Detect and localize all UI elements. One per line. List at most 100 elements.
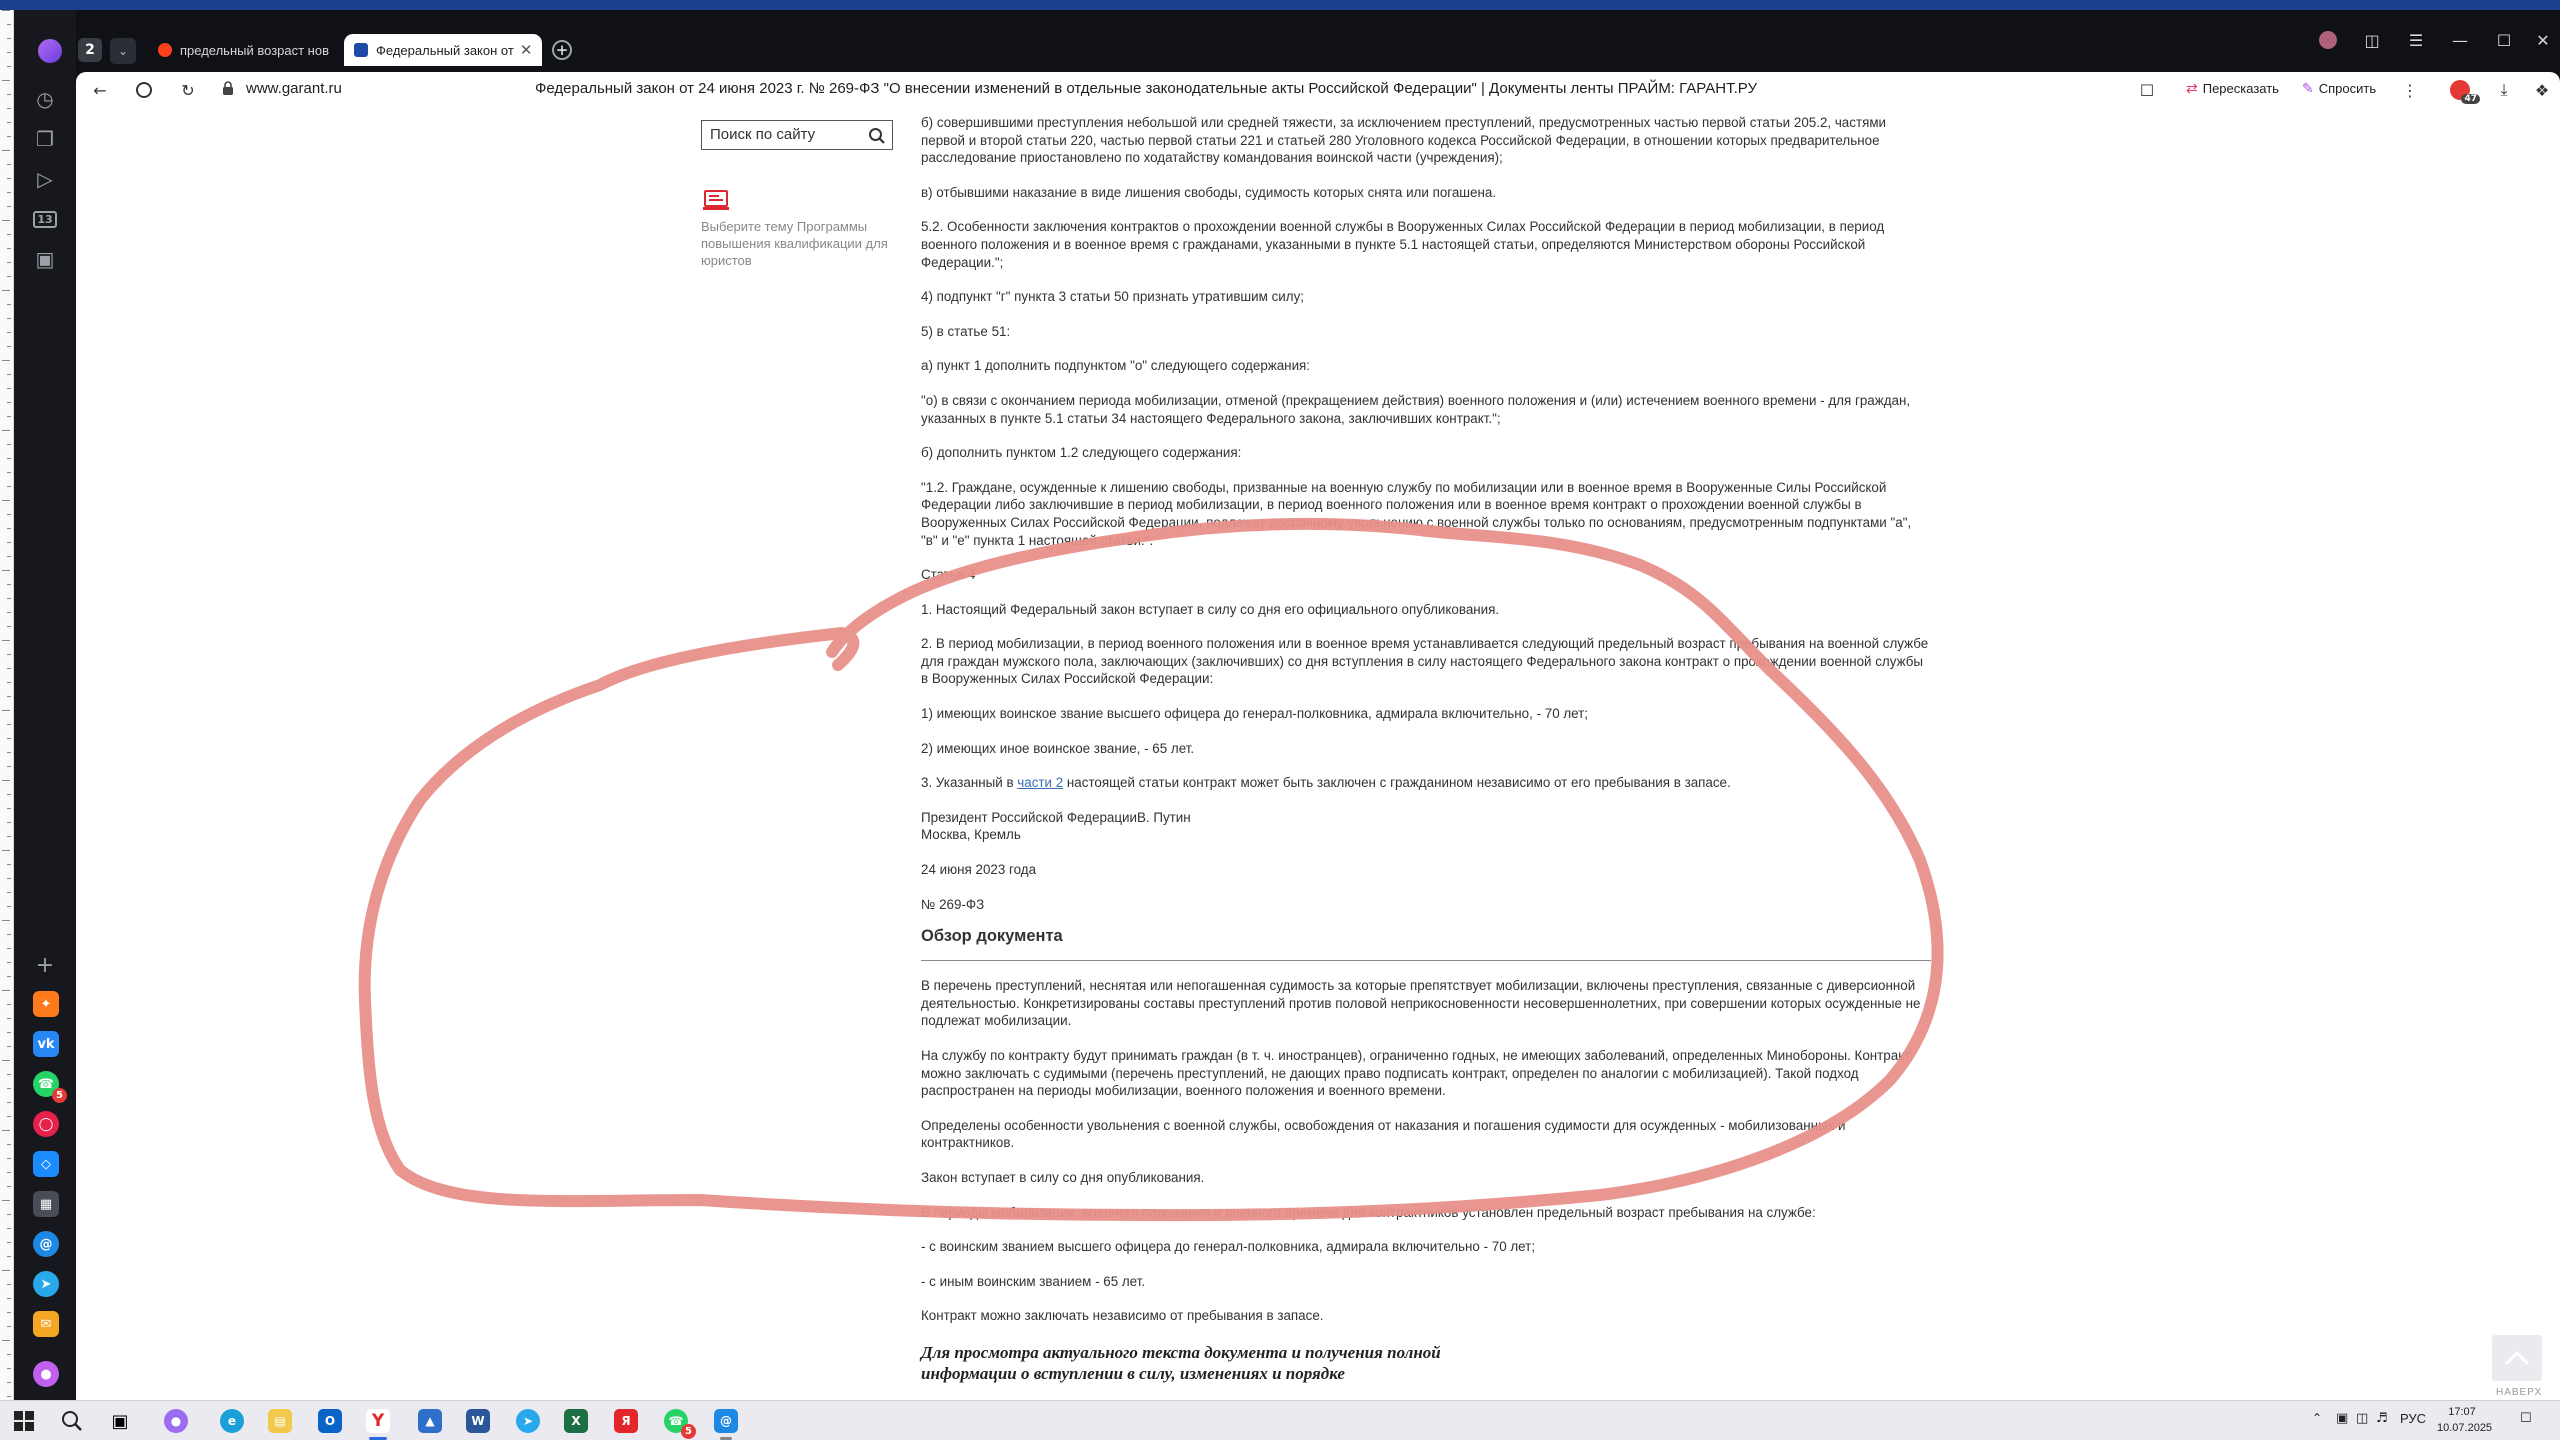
ask-button[interactable]: ✎ Спросить [2302,80,2376,97]
profile-icon[interactable] [2308,28,2348,52]
ruler-tick [7,752,11,753]
tabs-dropdown-icon[interactable]: ⌄ [110,38,136,64]
screenshot-tool-icon[interactable]: ▲ [416,1407,444,1435]
ruler-tick [7,1032,11,1033]
outlook-icon[interactable]: O [316,1407,344,1435]
yandex-browser-taskbar-icon[interactable]: Y [364,1407,392,1440]
alice-sidebar-icon[interactable]: ● [33,1361,59,1387]
task-view-icon[interactable]: ▣ [106,1407,134,1435]
fire-app-icon[interactable]: ✦ [33,991,59,1017]
close-tab-icon[interactable]: ✕ [514,41,533,59]
tab-garant[interactable]: Федеральный закон от ✕ [344,34,542,66]
ruler-tick [2,150,10,151]
collections-icon[interactable]: ❐ [32,126,58,152]
collections-toolbar-icon[interactable]: ◫ [2352,28,2392,52]
bookmark-icon[interactable]: ☐ [2135,78,2159,102]
ruler-tick [7,1284,11,1285]
extension-icon[interactable]: 47 [2448,78,2480,104]
back-icon[interactable]: ← [88,78,112,102]
screenshot-icon[interactable]: ▣ [32,246,58,272]
yandex-id-icon[interactable] [132,78,156,102]
file-explorer-icon[interactable]: ▤ [266,1407,294,1435]
ruler-tick [7,206,11,207]
mail-taskbar-icon[interactable]: @ [712,1407,740,1440]
telegram-icon[interactable]: ➤ [33,1271,59,1297]
ruler-tick [7,94,11,95]
apps-grid-icon[interactable]: ▦ [33,1191,59,1217]
course-icon[interactable] [703,190,731,212]
ruler-tick [7,374,11,375]
reload-icon[interactable]: ↻ [176,78,200,102]
search-icon[interactable] [868,127,886,145]
retell-label: Пересказать [2202,81,2279,96]
search-input[interactable] [710,126,860,143]
yandex-icon[interactable]: Я [612,1407,640,1435]
url-domain[interactable]: www.garant.ru [246,80,342,97]
lock-icon[interactable] [222,81,234,95]
ruler-tick [7,486,11,487]
whatsapp-taskbar-icon[interactable]: ☎ 5 [662,1407,696,1439]
play-icon[interactable]: ▷ [32,166,58,192]
close-window-icon[interactable]: ✕ [2526,28,2560,52]
part-2-link[interactable]: части 2 [1017,775,1063,790]
maximize-icon[interactable]: ☐ [2484,28,2524,52]
tab-count[interactable]: 2 [78,38,102,62]
alice-taskbar-icon[interactable]: ● [162,1407,190,1435]
new-tab-button[interactable]: + [552,40,572,60]
back-to-top-button[interactable] [2492,1335,2542,1381]
alice-button[interactable] [38,39,62,63]
cube-app-icon[interactable]: ◇ [33,1151,59,1177]
network-icon[interactable]: ◫ [2356,1411,2368,1426]
ruler-tick [7,178,11,179]
ruler-tick [7,388,11,389]
word-icon[interactable]: W [464,1407,492,1435]
ruler-tick [7,1074,11,1075]
ruler-tick [7,1382,11,1383]
menu-icon[interactable]: ☰ [2396,28,2436,52]
ruler-tick [2,430,10,431]
history-icon[interactable]: ◷ [32,86,58,112]
ruler-tick [2,570,10,571]
ruler-tick [7,626,11,627]
ruler-tick [2,1340,10,1341]
ruler-tick [7,1172,11,1173]
ruler-tick [7,1298,11,1299]
ruler-tick [7,724,11,725]
retell-icon: ⇄ [2186,80,2198,96]
edge-icon[interactable]: e [218,1407,246,1435]
promo-text[interactable]: Выберите тему Программы повышения квалиф… [701,218,891,269]
more-icon[interactable]: ⋮ [2398,78,2422,102]
add-panel-icon[interactable]: + [32,952,58,978]
mail-at-icon[interactable]: @ [33,1231,59,1257]
page-heading[interactable]: Федеральный закон от 24 июня 2023 г. № 2… [535,80,1757,97]
extensions-puzzle-icon[interactable]: ❖ [2530,78,2554,102]
ruler-tick [7,934,11,935]
clock[interactable]: 17:07 10.07.2025 [2437,1404,2492,1436]
tray-chevron-up-icon[interactable]: ⌃ [2312,1411,2322,1425]
taskbar-search-icon[interactable] [58,1407,86,1435]
language-indicator[interactable]: РУС [2400,1411,2426,1426]
vk-icon[interactable]: vk [33,1031,59,1057]
garant-favicon-icon [354,43,368,57]
downloads-icon[interactable]: ⤓ [2492,78,2516,102]
site-search[interactable] [701,120,893,150]
music-icon[interactable]: ◯ [33,1111,59,1137]
calendar-icon[interactable]: 13 [32,206,58,232]
whatsapp-icon[interactable]: ☎ 5 [33,1071,67,1103]
ruler-tick [7,1004,11,1005]
notifications-icon[interactable]: ☐ [2520,1411,2532,1426]
mail-envelope-icon[interactable]: ✉ [33,1311,59,1337]
subscription-cta[interactable]: Для просмотра актуального текста докумен… [921,1342,1481,1384]
volume-icon[interactable]: ♬ [2376,1411,2388,1426]
excel-icon[interactable]: X [562,1407,590,1435]
ruler-tick [7,402,11,403]
start-button[interactable] [10,1407,38,1435]
ruler-tick [7,892,11,893]
meet-icon[interactable]: ▣ [2336,1411,2348,1426]
retell-button[interactable]: ⇄ Пересказать [2186,80,2279,97]
minimize-icon[interactable]: — [2440,28,2480,52]
tab-search[interactable]: предельный возраст нов [148,34,338,66]
clock-time: 17:07 [2448,1406,2476,1418]
ruler-tick [2,500,10,501]
telegram-taskbar-icon[interactable]: ➤ [514,1407,542,1435]
